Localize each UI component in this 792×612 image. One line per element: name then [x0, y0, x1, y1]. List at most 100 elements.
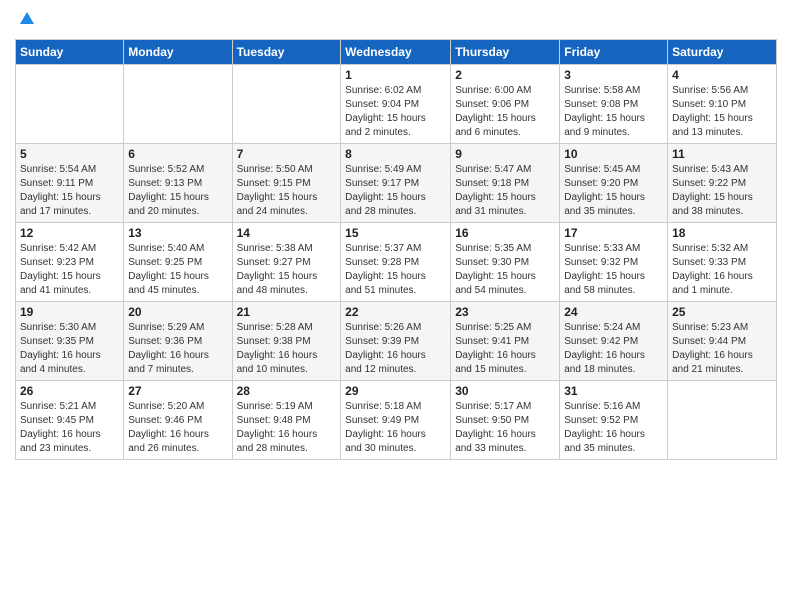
logo	[15, 10, 36, 33]
day-cell: 16 Sunrise: 5:35 AM Sunset: 9:30 PM Dayli…	[451, 223, 560, 302]
day-info: Sunrise: 5:56 AM Sunset: 9:10 PM Dayligh…	[672, 84, 772, 140]
day-number: 16	[455, 226, 555, 240]
day-cell: 3 Sunrise: 5:58 AM Sunset: 9:08 PM Daylig…	[560, 65, 668, 144]
weekday-header-tuesday: Tuesday	[232, 40, 341, 65]
day-cell: 25 Sunrise: 5:23 AM Sunset: 9:44 PM Dayli…	[668, 302, 777, 381]
day-info: Sunrise: 5:50 AM Sunset: 9:15 PM Dayligh…	[237, 163, 337, 219]
day-info: Sunrise: 5:20 AM Sunset: 9:46 PM Dayligh…	[128, 400, 227, 456]
day-info: Sunrise: 5:29 AM Sunset: 9:36 PM Dayligh…	[128, 321, 227, 377]
day-info: Sunrise: 6:02 AM Sunset: 9:04 PM Dayligh…	[345, 84, 446, 140]
weekday-header-thursday: Thursday	[451, 40, 560, 65]
day-cell: 13Sunrise: 5:40 AM Sunset: 9:25 PM Dayli…	[124, 223, 232, 302]
day-cell: 28 Sunrise: 5:19 AM Sunset: 9:48 PM Dayli…	[232, 381, 341, 460]
day-number: 17	[564, 226, 663, 240]
day-number: 25	[672, 305, 772, 319]
day-cell: 15 Sunrise: 5:37 AM Sunset: 9:28 PM Dayli…	[341, 223, 451, 302]
day-cell: 18 Sunrise: 5:32 AM Sunset: 9:33 PM Dayli…	[668, 223, 777, 302]
day-cell: 24 Sunrise: 5:24 AM Sunset: 9:42 PM Dayli…	[560, 302, 668, 381]
day-number: 8	[345, 147, 446, 161]
day-number: 2	[455, 68, 555, 82]
day-number: 10	[564, 147, 663, 161]
day-cell: 9 Sunrise: 5:47 AM Sunset: 9:18 PM Daylig…	[451, 144, 560, 223]
day-info: Sunrise: 5:47 AM Sunset: 9:18 PM Dayligh…	[455, 163, 555, 219]
day-info: Sunrise: 5:52 AM Sunset: 9:13 PM Dayligh…	[128, 163, 227, 219]
day-info: Sunrise: 5:58 AM Sunset: 9:08 PM Dayligh…	[564, 84, 663, 140]
day-number: 22	[345, 305, 446, 319]
day-info: Sunrise: 5:38 AM Sunset: 9:27 PM Dayligh…	[237, 242, 337, 298]
day-cell: 5 Sunrise: 5:54 AM Sunset: 9:11 PM Daylig…	[16, 144, 124, 223]
day-cell: 2 Sunrise: 6:00 AM Sunset: 9:06 PM Daylig…	[451, 65, 560, 144]
weekday-header-friday: Friday	[560, 40, 668, 65]
day-info: Sunrise: 5:43 AM Sunset: 9:22 PM Dayligh…	[672, 163, 772, 219]
week-row-3: 12 Sunrise: 5:42 AM Sunset: 9:23 PM Dayli…	[16, 223, 777, 302]
day-cell: 20 Sunrise: 5:29 AM Sunset: 9:36 PM Dayli…	[124, 302, 232, 381]
day-number: 3	[564, 68, 663, 82]
day-info: Sunrise: 5:17 AM Sunset: 9:50 PM Dayligh…	[455, 400, 555, 456]
weekday-header-wednesday: Wednesday	[341, 40, 451, 65]
day-number: 9	[455, 147, 555, 161]
day-number: 26	[20, 384, 119, 398]
day-cell	[232, 65, 341, 144]
calendar-table: SundayMondayTuesdayWednesdayThursdayFrid…	[15, 39, 777, 460]
day-number: 28	[237, 384, 337, 398]
day-number: 29	[345, 384, 446, 398]
day-info: Sunrise: 5:33 AM Sunset: 9:32 PM Dayligh…	[564, 242, 663, 298]
day-cell: 14Sunrise: 5:38 AM Sunset: 9:27 PM Dayli…	[232, 223, 341, 302]
day-info: Sunrise: 5:35 AM Sunset: 9:30 PM Dayligh…	[455, 242, 555, 298]
day-number: 1	[345, 68, 446, 82]
day-number: 20	[128, 305, 227, 319]
day-info: Sunrise: 5:26 AM Sunset: 9:39 PM Dayligh…	[345, 321, 446, 377]
header	[15, 10, 777, 33]
day-cell: 12 Sunrise: 5:42 AM Sunset: 9:23 PM Dayli…	[16, 223, 124, 302]
day-info: Sunrise: 5:32 AM Sunset: 9:33 PM Dayligh…	[672, 242, 772, 298]
day-number: 19	[20, 305, 119, 319]
day-info: Sunrise: 5:30 AM Sunset: 9:35 PM Dayligh…	[20, 321, 119, 377]
week-row-2: 5 Sunrise: 5:54 AM Sunset: 9:11 PM Daylig…	[16, 144, 777, 223]
day-cell	[124, 65, 232, 144]
day-cell: 17 Sunrise: 5:33 AM Sunset: 9:32 PM Dayli…	[560, 223, 668, 302]
weekday-header-sunday: Sunday	[16, 40, 124, 65]
day-info: Sunrise: 5:54 AM Sunset: 9:11 PM Dayligh…	[20, 163, 119, 219]
week-row-5: 26 Sunrise: 5:21 AM Sunset: 9:45 PM Dayli…	[16, 381, 777, 460]
day-info: Sunrise: 5:24 AM Sunset: 9:42 PM Dayligh…	[564, 321, 663, 377]
day-cell: 19 Sunrise: 5:30 AM Sunset: 9:35 PM Dayli…	[16, 302, 124, 381]
day-info: Sunrise: 5:25 AM Sunset: 9:41 PM Dayligh…	[455, 321, 555, 377]
day-cell: 11Sunrise: 5:43 AM Sunset: 9:22 PM Dayli…	[668, 144, 777, 223]
weekday-header-row: SundayMondayTuesdayWednesdayThursdayFrid…	[16, 40, 777, 65]
day-cell: 8 Sunrise: 5:49 AM Sunset: 9:17 PM Daylig…	[341, 144, 451, 223]
day-number: 5	[20, 147, 119, 161]
day-number: 23	[455, 305, 555, 319]
day-cell: 1 Sunrise: 6:02 AM Sunset: 9:04 PM Daylig…	[341, 65, 451, 144]
day-info: Sunrise: 5:21 AM Sunset: 9:45 PM Dayligh…	[20, 400, 119, 456]
weekday-header-saturday: Saturday	[668, 40, 777, 65]
day-info: Sunrise: 5:19 AM Sunset: 9:48 PM Dayligh…	[237, 400, 337, 456]
day-info: Sunrise: 5:23 AM Sunset: 9:44 PM Dayligh…	[672, 321, 772, 377]
day-cell: 21Sunrise: 5:28 AM Sunset: 9:38 PM Dayli…	[232, 302, 341, 381]
day-cell: 10Sunrise: 5:45 AM Sunset: 9:20 PM Dayli…	[560, 144, 668, 223]
day-info: Sunrise: 5:16 AM Sunset: 9:52 PM Dayligh…	[564, 400, 663, 456]
day-info: Sunrise: 5:42 AM Sunset: 9:23 PM Dayligh…	[20, 242, 119, 298]
day-number: 30	[455, 384, 555, 398]
day-info: Sunrise: 5:18 AM Sunset: 9:49 PM Dayligh…	[345, 400, 446, 456]
day-cell: 7 Sunrise: 5:50 AM Sunset: 9:15 PM Daylig…	[232, 144, 341, 223]
day-cell	[668, 381, 777, 460]
day-number: 31	[564, 384, 663, 398]
day-info: Sunrise: 5:37 AM Sunset: 9:28 PM Dayligh…	[345, 242, 446, 298]
day-number: 12	[20, 226, 119, 240]
day-number: 4	[672, 68, 772, 82]
day-cell: 4 Sunrise: 5:56 AM Sunset: 9:10 PM Daylig…	[668, 65, 777, 144]
day-number: 18	[672, 226, 772, 240]
day-cell: 29 Sunrise: 5:18 AM Sunset: 9:49 PM Dayli…	[341, 381, 451, 460]
day-number: 13	[128, 226, 227, 240]
logo-icon	[18, 10, 36, 28]
day-cell: 31 Sunrise: 5:16 AM Sunset: 9:52 PM Dayli…	[560, 381, 668, 460]
day-number: 15	[345, 226, 446, 240]
day-cell: 26 Sunrise: 5:21 AM Sunset: 9:45 PM Dayli…	[16, 381, 124, 460]
day-info: Sunrise: 5:28 AM Sunset: 9:38 PM Dayligh…	[237, 321, 337, 377]
day-number: 24	[564, 305, 663, 319]
day-info: Sunrise: 6:00 AM Sunset: 9:06 PM Dayligh…	[455, 84, 555, 140]
day-cell: 23 Sunrise: 5:25 AM Sunset: 9:41 PM Dayli…	[451, 302, 560, 381]
day-info: Sunrise: 5:49 AM Sunset: 9:17 PM Dayligh…	[345, 163, 446, 219]
day-cell: 30 Sunrise: 5:17 AM Sunset: 9:50 PM Dayli…	[451, 381, 560, 460]
day-number: 7	[237, 147, 337, 161]
